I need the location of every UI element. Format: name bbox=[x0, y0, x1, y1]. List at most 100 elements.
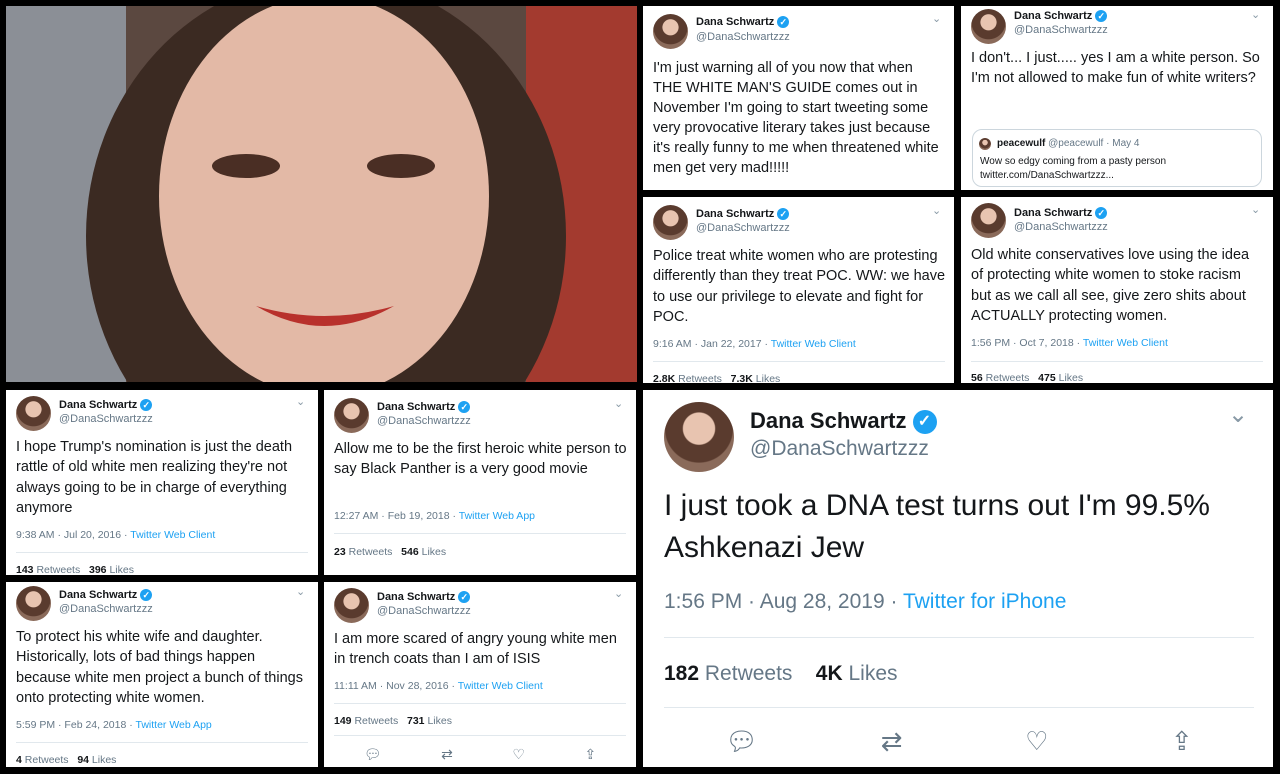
handle[interactable]: @DanaSchwartzzz bbox=[1014, 221, 1108, 233]
tweet-card[interactable]: Dana Schwartz ✓ @DanaSchwartzzz ⌄ I don't… bbox=[961, 6, 1273, 190]
handle[interactable]: @DanaSchwartzzz bbox=[1014, 24, 1108, 36]
likes-label[interactable]: Likes bbox=[848, 662, 897, 685]
avatar[interactable] bbox=[16, 396, 51, 431]
like-count[interactable]: 7.3K bbox=[731, 373, 753, 383]
avatar[interactable] bbox=[653, 205, 688, 240]
likes-label[interactable]: Likes bbox=[92, 754, 117, 766]
likes-label[interactable]: Likes bbox=[756, 373, 781, 383]
reply-icon[interactable]: 💬︎ bbox=[725, 726, 758, 757]
handle[interactable]: @DanaSchwartzzz bbox=[377, 605, 471, 617]
retweet-count[interactable]: 149 bbox=[334, 715, 352, 727]
display-name[interactable]: Dana Schwartz ✓ bbox=[1014, 10, 1108, 23]
avatar[interactable] bbox=[334, 588, 369, 623]
likes-label[interactable]: Likes bbox=[427, 715, 452, 727]
source-link[interactable]: Twitter Web Client bbox=[771, 338, 856, 350]
share-icon[interactable]: ⇪ bbox=[584, 746, 596, 763]
chevron-down-icon[interactable]: ⌄ bbox=[296, 395, 305, 408]
heart-icon[interactable]: ♡ bbox=[1025, 726, 1048, 757]
retweet-count[interactable]: 143 bbox=[16, 564, 34, 575]
likes-label[interactable]: Likes bbox=[109, 564, 134, 575]
quoted-handle: @peacewulf bbox=[1048, 138, 1104, 149]
avatar[interactable] bbox=[664, 402, 734, 472]
handle[interactable]: @DanaSchwartzzz bbox=[696, 31, 790, 43]
retweet-icon[interactable]: ⇄ bbox=[881, 726, 903, 757]
source-link[interactable]: Twitter Web Client bbox=[130, 529, 215, 541]
likes-label[interactable]: Likes bbox=[422, 546, 447, 558]
chevron-down-icon[interactable]: ⌄ bbox=[1251, 203, 1260, 216]
retweets-label[interactable]: Retweets bbox=[678, 373, 722, 383]
source-link[interactable]: Twitter Web Client bbox=[458, 680, 543, 692]
chevron-down-icon[interactable]: ⌄ bbox=[296, 585, 305, 598]
tweet-card[interactable]: Dana Schwartz ✓ @DanaSchwartzzz ⌄ To prot… bbox=[6, 582, 318, 767]
like-count[interactable]: 4K bbox=[816, 662, 843, 685]
tweet-card[interactable]: Dana Schwartz ✓ @DanaSchwartzzz ⌄ Police … bbox=[643, 197, 954, 383]
timestamp[interactable]: 5:59 PM · Feb 24, 2018 bbox=[16, 719, 126, 731]
avatar[interactable] bbox=[653, 14, 688, 49]
handle[interactable]: @DanaSchwartzzz bbox=[377, 415, 471, 427]
quoted-date: May 4 bbox=[1112, 138, 1140, 149]
timestamp[interactable]: 1:56 PM · Aug 28, 2019 bbox=[664, 590, 885, 613]
source-link[interactable]: Twitter Web App bbox=[459, 510, 535, 522]
chevron-down-icon[interactable]: ⌄ bbox=[932, 204, 941, 217]
display-name[interactable]: Dana Schwartz ✓ bbox=[750, 408, 937, 435]
timestamp[interactable]: 9:16 AM · Jan 22, 2017 bbox=[653, 338, 762, 350]
avatar[interactable] bbox=[16, 586, 51, 621]
tweet-card[interactable]: Dana Schwartz ✓ @DanaSchwartzzz ⌄ I'm jus… bbox=[643, 6, 954, 190]
like-count[interactable]: 396 bbox=[89, 564, 107, 575]
action-bar: 💬︎ ⇄ ♡ ⇪ bbox=[334, 746, 626, 763]
display-name[interactable]: Dana Schwartz ✓ bbox=[696, 208, 790, 221]
like-count[interactable]: 731 bbox=[407, 715, 425, 727]
likes-label[interactable]: Likes bbox=[1059, 372, 1084, 383]
retweets-label[interactable]: Retweets bbox=[354, 715, 398, 727]
like-count[interactable]: 94 bbox=[77, 754, 89, 766]
display-name[interactable]: Dana Schwartz ✓ bbox=[696, 16, 790, 29]
handle[interactable]: @DanaSchwartzzz bbox=[59, 413, 153, 425]
handle[interactable]: @DanaSchwartzzz bbox=[696, 222, 790, 234]
avatar[interactable] bbox=[334, 398, 369, 433]
source-link[interactable]: Twitter Web App bbox=[135, 719, 211, 731]
share-icon[interactable]: ⇪ bbox=[1171, 726, 1193, 757]
timestamp[interactable]: 1:56 PM · Oct 7, 2018 bbox=[971, 337, 1074, 349]
source-link[interactable]: Twitter for iPhone bbox=[903, 590, 1066, 613]
chevron-down-icon[interactable]: ⌄ bbox=[614, 587, 623, 600]
tweet-text: To protect his white wife and daughter. … bbox=[16, 629, 303, 706]
retweet-count[interactable]: 56 bbox=[971, 372, 983, 383]
retweets-label[interactable]: Retweets bbox=[705, 662, 793, 685]
avatar[interactable] bbox=[971, 9, 1006, 44]
retweet-count[interactable]: 182 bbox=[664, 662, 699, 685]
avatar[interactable] bbox=[971, 203, 1006, 238]
source-link[interactable]: Twitter Web Client bbox=[1083, 337, 1168, 349]
retweet-count[interactable]: 2.8K bbox=[653, 373, 675, 383]
chevron-down-icon[interactable]: ⌄ bbox=[1228, 400, 1248, 429]
timestamp[interactable]: 12:27 AM · Feb 19, 2018 bbox=[334, 510, 450, 522]
retweet-icon[interactable]: ⇄ bbox=[441, 746, 453, 763]
retweets-label[interactable]: Retweets bbox=[36, 564, 80, 575]
chevron-down-icon[interactable]: ⌄ bbox=[932, 12, 941, 25]
chevron-down-icon[interactable]: ⌄ bbox=[1251, 8, 1260, 21]
reply-icon[interactable]: 💬︎ bbox=[364, 746, 382, 763]
display-name[interactable]: Dana Schwartz ✓ bbox=[59, 399, 153, 412]
timestamp[interactable]: 9:38 AM · Jul 20, 2016 bbox=[16, 529, 121, 541]
display-name[interactable]: Dana Schwartz ✓ bbox=[59, 589, 153, 602]
handle[interactable]: @DanaSchwartzzz bbox=[59, 603, 153, 615]
timestamp[interactable]: 11:11 AM · Nov 28, 2016 bbox=[334, 680, 449, 692]
tweet-card[interactable]: Dana Schwartz ✓ @DanaSchwartzzz ⌄ I hope … bbox=[6, 390, 318, 575]
display-name[interactable]: Dana Schwartz ✓ bbox=[377, 401, 471, 414]
like-count[interactable]: 475 bbox=[1038, 372, 1056, 383]
chevron-down-icon[interactable]: ⌄ bbox=[614, 397, 623, 410]
retweets-label[interactable]: Retweets bbox=[986, 372, 1030, 383]
heart-icon[interactable]: ♡ bbox=[512, 746, 525, 763]
tweet-card[interactable]: Dana Schwartz ✓ @DanaSchwartzzz ⌄ Old whi… bbox=[961, 197, 1273, 383]
display-name[interactable]: Dana Schwartz ✓ bbox=[1014, 207, 1108, 220]
display-name[interactable]: Dana Schwartz ✓ bbox=[377, 591, 471, 604]
tweet-card[interactable]: Dana Schwartz ✓ @DanaSchwartzzz ⌄ I am mo… bbox=[324, 582, 636, 767]
retweets-label[interactable]: Retweets bbox=[25, 754, 69, 766]
retweets-label[interactable]: Retweets bbox=[349, 546, 393, 558]
like-count[interactable]: 546 bbox=[401, 546, 419, 558]
handle[interactable]: @DanaSchwartzzz bbox=[750, 437, 929, 461]
tweet-card-featured[interactable]: Dana Schwartz ✓ @DanaSchwartzzz ⌄ I just … bbox=[643, 390, 1273, 767]
retweet-count[interactable]: 23 bbox=[334, 546, 346, 558]
tweet-card[interactable]: Dana Schwartz ✓ @DanaSchwartzzz ⌄ Allow m… bbox=[324, 390, 636, 575]
quoted-tweet[interactable]: peacewulf @peacewulf · May 4 Wow so edgy… bbox=[972, 129, 1262, 187]
retweet-count[interactable]: 4 bbox=[16, 754, 22, 766]
